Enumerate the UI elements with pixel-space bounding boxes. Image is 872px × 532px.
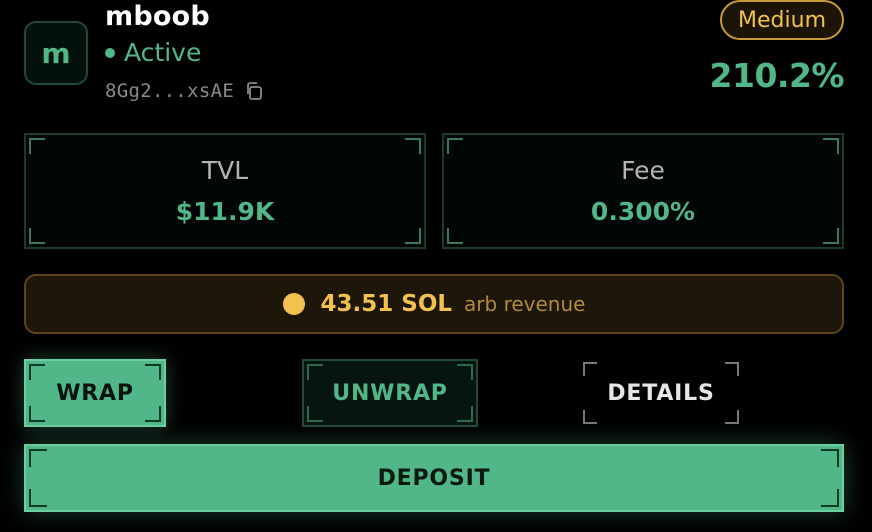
deposit-label: DEPOSIT [377,465,491,491]
pool-name: mboob [105,1,210,32]
corner-decoration [307,364,323,380]
revenue-amount: 43.51 SOL [320,291,453,317]
deposit-button[interactable]: DEPOSIT [24,444,844,512]
corner-decoration [821,489,839,507]
risk-label: Medium [738,7,826,33]
corner-decoration [823,138,839,154]
status-text: Active [124,38,202,67]
copy-icon[interactable] [244,81,264,101]
fee-card: Fee 0.300% [442,133,844,249]
tvl-value: $11.9K [175,197,275,226]
corner-decoration [457,406,473,422]
wrap-label: WRAP [56,380,134,406]
fee-label: Fee [621,156,665,185]
risk-badge: Medium [720,0,844,40]
corner-decoration [145,364,161,380]
corner-decoration [725,362,739,376]
corner-decoration [583,410,597,424]
tvl-card: TVL $11.9K [24,133,426,249]
corner-decoration [821,449,839,467]
fee-value: 0.300% [590,197,696,226]
corner-decoration [583,362,597,376]
avatar-letter: m [41,36,71,70]
arb-revenue-banner: 43.51 SOL arb revenue [24,274,844,334]
corner-decoration [29,406,45,422]
unwrap-label: UNWRAP [332,380,448,406]
coin-icon [282,293,305,315]
address-row: 8Gg2...xsAE [105,80,264,102]
corner-decoration [405,228,421,244]
details-button[interactable]: DETAILS [580,359,742,427]
details-label: DETAILS [607,380,715,406]
revenue-label: arb revenue [464,292,586,316]
corner-decoration [447,138,463,154]
corner-decoration [29,489,47,507]
wrap-button[interactable]: WRAP [24,359,166,427]
corner-decoration [29,228,45,244]
corner-decoration [29,138,45,154]
corner-decoration [29,364,45,380]
corner-decoration [823,228,839,244]
corner-decoration [145,406,161,422]
tvl-label: TVL [201,156,249,185]
pool-avatar: m [24,21,88,85]
pool-address: 8Gg2...xsAE [105,80,235,102]
status-indicator: Active [105,38,201,67]
status-dot-icon [105,47,115,58]
corner-decoration [447,228,463,244]
corner-decoration [307,406,323,422]
corner-decoration [29,449,47,467]
apy-value: 210.2% [709,56,845,95]
corner-decoration [405,138,421,154]
unwrap-button[interactable]: UNWRAP [302,359,478,427]
corner-decoration [457,364,473,380]
corner-decoration [725,410,739,424]
